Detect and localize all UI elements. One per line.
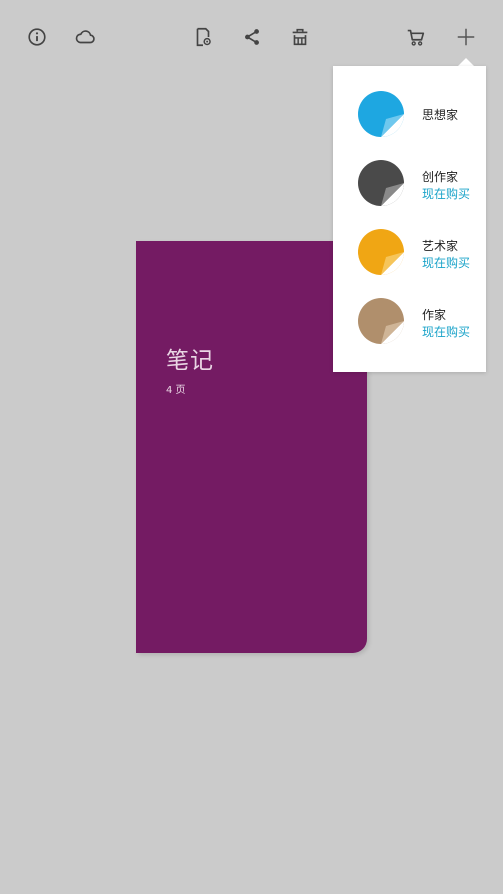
page-settings-icon [196, 27, 211, 47]
notebook-title: 笔记 [166, 348, 214, 374]
pack-name: 思想家 [422, 108, 459, 122]
orange-sticker-icon [358, 229, 404, 275]
pack-item-artist[interactable]: 艺术家 现在购买 [333, 222, 486, 282]
notebook-page-count: 4 页 [166, 385, 186, 396]
pack-name: 作家 [422, 308, 447, 322]
cloud-button[interactable] [70, 22, 100, 52]
plus-icon [457, 28, 475, 46]
share-icon [245, 29, 259, 45]
dropdown-arrow [458, 58, 474, 66]
page-settings-button[interactable] [188, 22, 218, 52]
add-button[interactable] [451, 22, 481, 52]
info-button[interactable] [22, 22, 52, 52]
buy-now-link[interactable]: 现在购买 [422, 185, 470, 202]
sticker-pack-dropdown: 思想家 创作家 现在购买 艺术家 现在购买 作家 现在购买 [333, 66, 486, 372]
buy-now-link[interactable]: 现在购买 [422, 254, 470, 271]
pack-name: 创作家 [422, 170, 459, 184]
pack-item-thinker[interactable]: 思想家 [333, 84, 486, 144]
store-button[interactable] [401, 22, 431, 52]
tan-sticker-icon [358, 298, 404, 344]
cloud-icon [75, 30, 95, 44]
top-toolbar [0, 0, 503, 74]
blue-sticker-icon [358, 91, 404, 137]
pack-item-writer[interactable]: 作家 现在购买 [333, 291, 486, 351]
cart-icon [407, 29, 425, 46]
info-icon [28, 28, 46, 46]
dark-sticker-icon [358, 160, 404, 206]
pack-item-creator[interactable]: 创作家 现在购买 [333, 153, 486, 213]
delete-icon [292, 28, 308, 46]
pack-name: 艺术家 [422, 239, 459, 253]
delete-button[interactable] [285, 22, 315, 52]
share-button[interactable] [237, 22, 267, 52]
buy-now-link[interactable]: 现在购买 [422, 323, 470, 340]
